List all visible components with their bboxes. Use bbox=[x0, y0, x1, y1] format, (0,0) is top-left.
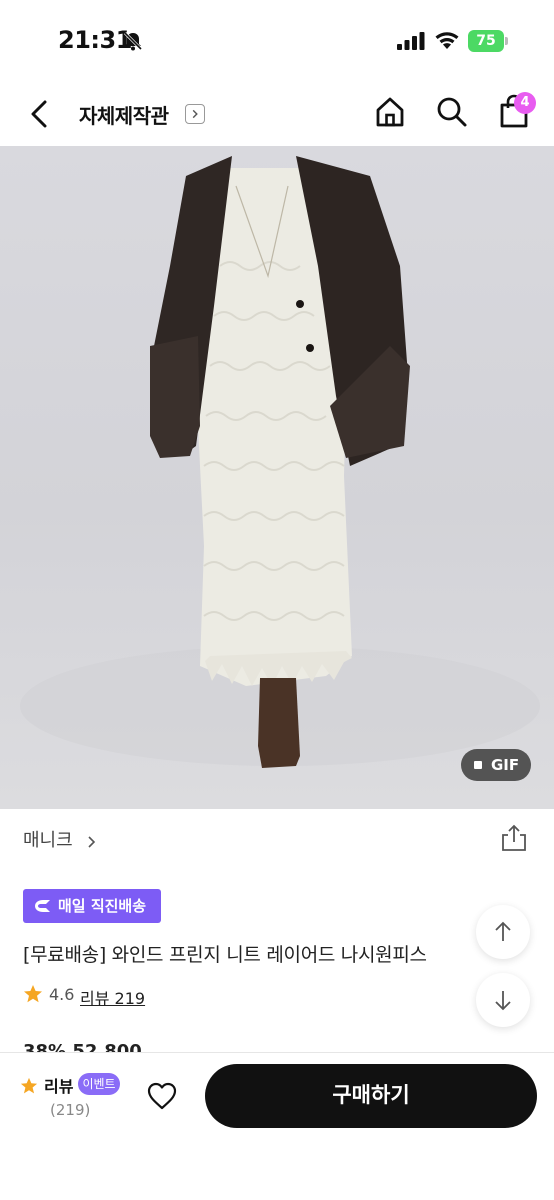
battery-cap bbox=[505, 37, 508, 45]
arrow-up-icon bbox=[495, 921, 511, 941]
brand-link[interactable]: 매니크 bbox=[23, 826, 98, 852]
product-image[interactable] bbox=[0, 146, 554, 809]
arrow-down-icon bbox=[495, 991, 511, 1011]
brand-name: 매니크 bbox=[23, 830, 73, 851]
search-icon[interactable] bbox=[435, 95, 469, 129]
heart-icon[interactable] bbox=[146, 1081, 178, 1111]
bell-muted-icon bbox=[123, 31, 143, 51]
cart-count-badge: 4 bbox=[514, 92, 536, 114]
scroll-top-button[interactable] bbox=[476, 905, 530, 959]
review-label: 리뷰 bbox=[44, 1077, 74, 1096]
rating-value: 4.6 bbox=[49, 985, 75, 1004]
gif-badge[interactable]: GIF bbox=[461, 749, 531, 781]
review-tab[interactable]: 리뷰 이벤트 (219) bbox=[20, 1073, 130, 1123]
cellular-signal-icon bbox=[397, 32, 425, 50]
delivery-truck-icon bbox=[35, 900, 50, 912]
price-peek: 38% 52,800 bbox=[23, 1041, 142, 1052]
product-title: [무료배송] 와인드 프린지 니트 레이어드 나시원피스 bbox=[23, 944, 427, 966]
back-arrow-icon[interactable] bbox=[22, 94, 58, 134]
review-count: (219) bbox=[50, 1101, 91, 1119]
chevron-right-icon bbox=[88, 835, 95, 848]
wifi-icon bbox=[435, 32, 459, 49]
chevron-right-icon[interactable] bbox=[185, 104, 205, 124]
shop-title[interactable]: 자체제작관 bbox=[79, 100, 169, 129]
event-tag: 이벤트 bbox=[78, 1073, 120, 1095]
star-icon bbox=[20, 1077, 38, 1094]
scroll-bottom-button[interactable] bbox=[476, 973, 530, 1027]
stop-icon bbox=[474, 761, 482, 769]
model-illustration bbox=[20, 156, 540, 768]
battery-level: 75 bbox=[468, 30, 504, 52]
star-icon bbox=[24, 985, 42, 1003]
status-time: 21:31 bbox=[58, 26, 132, 54]
delivery-badge-label: 매일 직진배송 bbox=[58, 897, 147, 915]
bottom-action-bar: 리뷰 이벤트 (219) 구매하기 bbox=[0, 1052, 554, 1200]
battery-indicator: 75 bbox=[468, 30, 508, 52]
home-icon[interactable] bbox=[373, 95, 407, 129]
status-bar: 21:31 75 bbox=[0, 0, 554, 80]
delivery-badge: 매일 직진배송 bbox=[23, 889, 161, 923]
buy-button[interactable]: 구매하기 bbox=[205, 1064, 537, 1128]
gif-label: GIF bbox=[491, 756, 520, 774]
review-link[interactable]: 리뷰 219 bbox=[80, 985, 145, 1009]
app-header: 자체제작관 4 bbox=[0, 80, 554, 146]
share-icon[interactable] bbox=[500, 824, 528, 852]
